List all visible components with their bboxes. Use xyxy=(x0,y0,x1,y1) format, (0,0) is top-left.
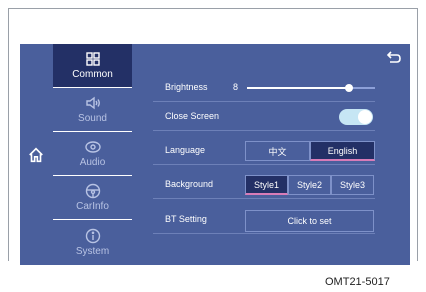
sidebar-item-system[interactable]: System xyxy=(53,220,132,265)
bt-setting-button[interactable]: Click to set xyxy=(245,210,374,232)
sidebar-item-audio[interactable]: Audio xyxy=(53,132,132,175)
close-screen-row: Close Screen xyxy=(153,103,375,131)
background-option-style2[interactable]: Style2 xyxy=(288,175,331,195)
brightness-row: Brightness 8 xyxy=(153,74,375,102)
brightness-value: 8 xyxy=(233,82,239,92)
brightness-slider[interactable] xyxy=(247,84,375,92)
background-option-style1[interactable]: Style1 xyxy=(245,175,288,195)
bt-setting-label: BT Setting xyxy=(165,214,207,224)
brightness-slider-fill xyxy=(247,87,349,89)
home-button[interactable] xyxy=(20,44,52,265)
language-label: Language xyxy=(165,145,206,155)
speaker-icon xyxy=(85,96,100,110)
info-icon xyxy=(85,228,100,244)
sidebar-item-label: System xyxy=(75,246,110,257)
sidebar-item-common[interactable]: Common xyxy=(53,44,132,87)
close-screen-toggle[interactable] xyxy=(339,109,373,125)
sidebar-item-label: Sound xyxy=(78,113,107,124)
background-label: Background xyxy=(165,179,214,189)
home-icon xyxy=(29,147,43,162)
background-row: Background Style1 Style2 Style3 xyxy=(153,171,375,199)
brightness-slider-knob[interactable] xyxy=(345,84,353,92)
sidebar-item-label: Common xyxy=(72,69,113,80)
toggle-knob xyxy=(358,110,372,124)
language-option-chinese[interactable]: 中文 xyxy=(245,141,310,161)
sidebar-item-carinfo[interactable]: CarInfo xyxy=(53,176,132,219)
background-option-style3[interactable]: Style3 xyxy=(331,175,374,195)
language-row: Language 中文 English xyxy=(153,137,375,165)
frame-line-left xyxy=(8,8,9,261)
sidebar-item-sound[interactable]: Sound xyxy=(53,88,132,131)
sidebar-item-label: CarInfo xyxy=(76,201,109,212)
back-arrow-icon[interactable] xyxy=(386,50,402,64)
frame-line-top xyxy=(8,8,418,9)
close-screen-label: Close Screen xyxy=(165,111,220,121)
steering-wheel-icon xyxy=(85,183,100,199)
settings-panel: Brightness 8 Close Screen Language 中文 En… xyxy=(133,44,410,265)
figure-caption: OMT21-5017 xyxy=(325,276,390,288)
sidebar: Common Sound Audio CarInfo System xyxy=(53,44,132,265)
frame-line-right xyxy=(417,8,418,261)
grid-icon xyxy=(85,52,100,66)
brightness-label: Brightness xyxy=(165,82,208,92)
language-option-english[interactable]: English xyxy=(310,141,375,161)
disc-icon xyxy=(84,141,101,153)
bt-setting-row: BT Setting Click to set xyxy=(153,206,375,234)
sidebar-item-label: Audio xyxy=(79,157,106,168)
